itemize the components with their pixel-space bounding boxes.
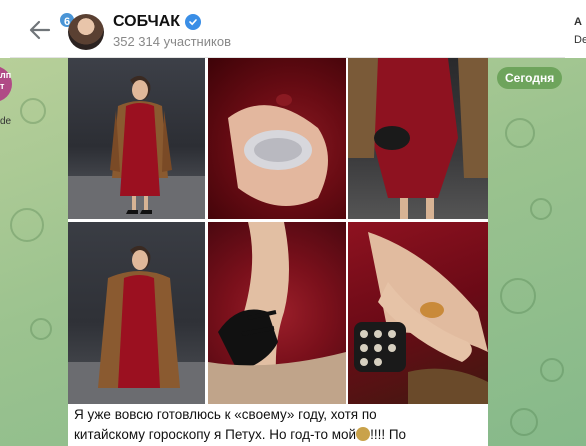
album-photo-5[interactable] [208,222,346,404]
caption-line-2-tail: !!!! По [370,427,407,442]
album-photo-4[interactable] [68,222,205,404]
caption-line-2-text: китайскому гороскопу я Петух. Но год-то … [74,427,357,442]
photo-album [68,58,488,404]
album-photo-6[interactable] [348,222,488,404]
right-panel-line-1: A [574,16,582,28]
emoji-icon [356,427,371,441]
channel-header: 6 СОБЧАК 352 314 участников [10,0,586,58]
post-caption: Я уже вовсю готовлюсь к «своему» году, х… [74,405,484,445]
channel-title: СОБЧАК [113,13,181,30]
chat-list-label: de [0,116,12,127]
back-arrow-icon[interactable] [28,19,52,41]
channel-avatar[interactable] [68,14,104,50]
album-photo-3[interactable] [348,58,488,219]
album-photo-1[interactable] [68,58,205,219]
caption-line-2: китайскому гороскопу я Петух. Но год-то … [74,425,484,445]
subscriber-count: 352 314 участников [113,34,231,49]
channel-post: Я уже вовсю готовлюсь к «своему» году, х… [68,58,488,446]
date-separator-pill: Сегодня [497,67,563,89]
verified-icon [185,14,202,30]
right-panel-line-2: De [574,34,586,46]
album-photo-2[interactable] [208,58,346,219]
right-side-panel: A De [565,0,586,58]
caption-line-1: Я уже вовсю готовлюсь к «своему» году, х… [74,407,377,422]
channel-info[interactable]: СОБЧАК 352 314 участников [113,13,231,49]
